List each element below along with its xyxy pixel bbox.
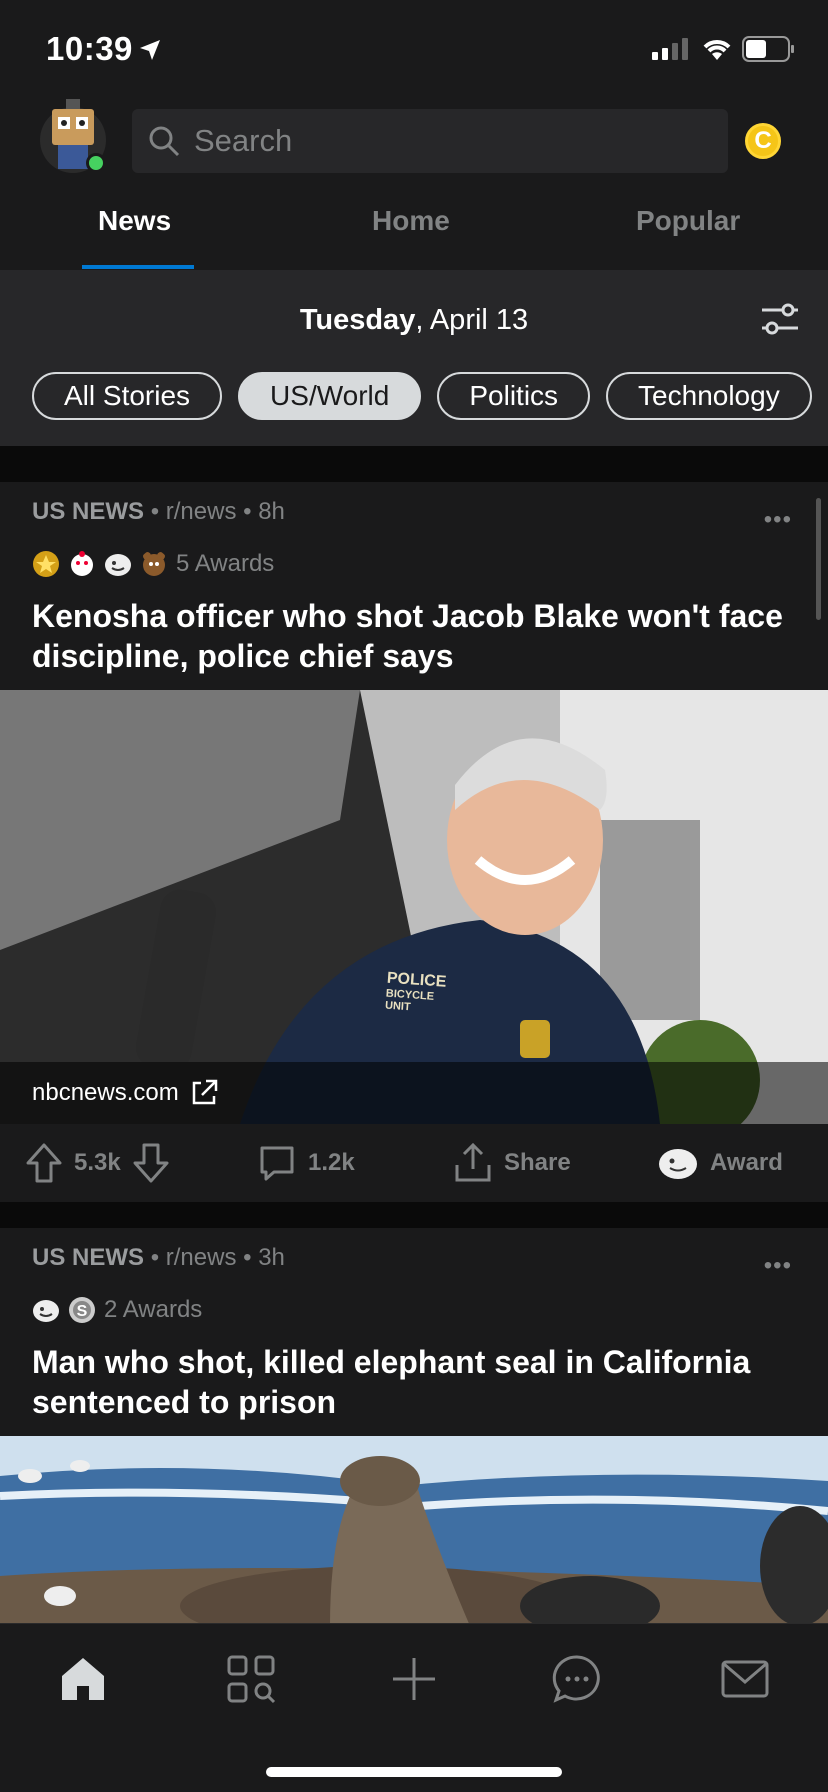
post-age: 8h bbox=[258, 498, 285, 525]
downvote-icon[interactable] bbox=[133, 1143, 169, 1183]
tab-popular[interactable]: Popular bbox=[636, 205, 740, 237]
award-icon bbox=[659, 1149, 697, 1179]
post-meta: US NEWS • r/news • 3h bbox=[32, 1244, 285, 1272]
home-indicator[interactable] bbox=[266, 1767, 562, 1777]
awards-count: 2 Awards bbox=[104, 1296, 203, 1323]
share-icon bbox=[455, 1143, 491, 1182]
post-category: US NEWS bbox=[32, 498, 145, 525]
post-title[interactable]: Man who shot, killed elephant seal in Ca… bbox=[32, 1342, 792, 1422]
bear-award-icon bbox=[143, 552, 165, 576]
meta-separator: • bbox=[150, 498, 160, 525]
search-icon bbox=[149, 126, 180, 157]
tab-news[interactable]: News bbox=[98, 205, 171, 237]
bottom-nav bbox=[0, 1623, 828, 1792]
wholesome-award-icon bbox=[71, 551, 93, 576]
meta-separator: • bbox=[243, 498, 252, 525]
post-meta: US NEWS • r/news • 8h bbox=[32, 498, 285, 526]
inbox-icon[interactable] bbox=[720, 1654, 770, 1704]
comments-button[interactable]: 1.2k bbox=[258, 1144, 355, 1182]
svg-text:S: S bbox=[77, 1303, 88, 1320]
chip-politics[interactable]: Politics bbox=[437, 372, 591, 420]
filter-settings-icon[interactable] bbox=[760, 302, 800, 336]
scrollbar[interactable] bbox=[816, 498, 821, 620]
post-awards[interactable]: 5 Awards bbox=[32, 550, 274, 578]
feed-tabs: News Home Popular bbox=[0, 205, 828, 270]
clock-time: 10:39 bbox=[46, 30, 133, 67]
share-button[interactable]: Share bbox=[454, 1143, 571, 1183]
link-overlay[interactable]: nbcnews.com bbox=[0, 1062, 828, 1124]
more-options-button[interactable]: ••• bbox=[764, 506, 792, 534]
chat-icon[interactable] bbox=[552, 1654, 602, 1704]
post-age: 3h bbox=[258, 1244, 285, 1271]
upvote-icon[interactable] bbox=[26, 1143, 62, 1183]
helpful-award-icon bbox=[105, 554, 131, 576]
awards-count: 5 Awards bbox=[176, 550, 275, 577]
post-subreddit[interactable]: r/news bbox=[166, 498, 237, 525]
award-button[interactable]: Award bbox=[658, 1146, 783, 1180]
post-awards[interactable]: S 2 Awards bbox=[32, 1296, 202, 1324]
award-label: Award bbox=[710, 1149, 783, 1176]
post-title[interactable]: Kenosha officer who shot Jacob Blake won… bbox=[32, 596, 792, 676]
wifi-icon bbox=[703, 40, 731, 60]
discover-icon[interactable] bbox=[226, 1654, 276, 1704]
post-actions: 5.3k 1.2k Share Award bbox=[0, 1124, 828, 1202]
post-image bbox=[0, 690, 828, 1124]
search-placeholder: Search bbox=[194, 123, 293, 158]
more-options-button[interactable]: ••• bbox=[764, 1252, 792, 1280]
chip-all-stories[interactable]: All Stories bbox=[32, 372, 223, 420]
active-tab-indicator bbox=[82, 265, 194, 269]
chip-technology[interactable]: Technology bbox=[606, 372, 812, 420]
vote-count: 5.3k bbox=[74, 1149, 121, 1176]
external-link-icon bbox=[192, 1079, 217, 1105]
feed-divider bbox=[0, 446, 828, 482]
post-image bbox=[0, 1436, 828, 1626]
gold-award-icon bbox=[33, 551, 59, 577]
coins-button[interactable]: C bbox=[745, 123, 781, 159]
image-text: POLICE BICYCLE UNIT bbox=[385, 970, 458, 1017]
meta-separator: • bbox=[150, 1244, 160, 1271]
app-header: Search C News Home Popular bbox=[0, 95, 828, 270]
location-arrow-icon bbox=[140, 40, 160, 60]
news-filter-bar: Tuesday, April 13 All Stories US/World P… bbox=[0, 270, 828, 446]
date-text: , April 13 bbox=[415, 304, 529, 336]
chip-us-world[interactable]: US/World bbox=[238, 372, 422, 420]
battery-icon bbox=[742, 36, 794, 62]
tab-home[interactable]: Home bbox=[372, 205, 450, 237]
image-text-line: BICYCLE UNIT bbox=[384, 987, 435, 1014]
date-weekday: Tuesday bbox=[299, 304, 416, 336]
date-heading: Tuesday, April 13 bbox=[0, 304, 828, 337]
status-bar: 10:39 bbox=[0, 0, 828, 95]
home-icon[interactable] bbox=[58, 1654, 108, 1704]
post-subreddit[interactable]: r/news bbox=[166, 1244, 237, 1271]
meta-separator: • bbox=[243, 1244, 252, 1271]
link-domain: nbcnews.com bbox=[32, 1079, 179, 1106]
post-thumbnail[interactable]: POLICE BICYCLE UNIT nbcnews.com bbox=[0, 690, 828, 1124]
online-status-dot bbox=[86, 153, 106, 173]
comment-count: 1.2k bbox=[308, 1149, 355, 1176]
search-bar[interactable]: Search bbox=[132, 109, 728, 173]
cellular-signal-icon bbox=[652, 38, 688, 60]
vote-group: 5.3k bbox=[26, 1143, 169, 1183]
silver-award-icon: S bbox=[69, 1297, 95, 1323]
feed-divider bbox=[0, 1202, 828, 1228]
post-category: US NEWS bbox=[32, 1244, 145, 1271]
share-label: Share bbox=[504, 1149, 571, 1176]
post-thumbnail[interactable] bbox=[0, 1436, 828, 1626]
comment-icon bbox=[260, 1146, 294, 1181]
feed-post[interactable]: US NEWS • r/news • 8h ••• 5 Awards Kenos… bbox=[0, 482, 828, 1202]
feed-post[interactable]: US NEWS • r/news • 3h ••• S 2 Awards Man… bbox=[0, 1228, 828, 1626]
create-post-icon[interactable] bbox=[390, 1654, 438, 1704]
category-chips: All Stories US/World Politics Technology bbox=[32, 372, 812, 420]
helpful-award-icon bbox=[33, 1300, 59, 1322]
